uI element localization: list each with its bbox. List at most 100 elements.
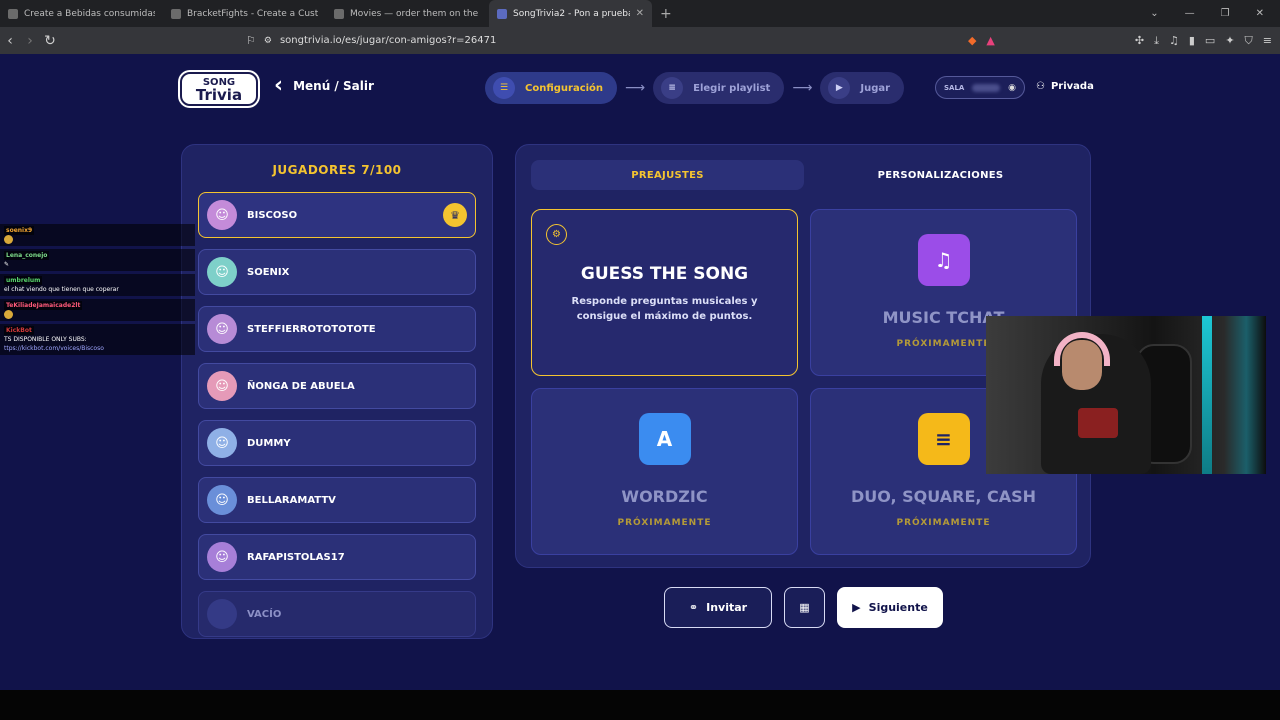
settings-tabs: PREAJUSTES PERSONALIZACIONES bbox=[531, 160, 1077, 190]
shirt-logo bbox=[1078, 408, 1118, 438]
media-icon[interactable]: ♫ bbox=[1169, 34, 1179, 47]
tab-personalizaciones[interactable]: PERSONALIZACIONES bbox=[804, 160, 1077, 190]
step-elegir-playlist[interactable]: ≡ Elegir playlist bbox=[653, 72, 785, 104]
player-row[interactable]: ☺ RAFAPISTOLAS17 bbox=[198, 534, 476, 580]
chat-message: TeKiliadeJamaicade2lt bbox=[0, 299, 195, 321]
play-icon: ▶ bbox=[852, 601, 861, 614]
browser-tab[interactable]: BracketFights - Create a Custom Tou bbox=[163, 0, 326, 27]
browser-tab[interactable]: Create a Bebidas consumidas en Me bbox=[0, 0, 163, 27]
songtrivia-logo[interactable]: SONG Trivia bbox=[180, 72, 258, 106]
tab-favicon-icon bbox=[497, 8, 507, 19]
mode-card-guess-the-song[interactable]: ⚙ GUESS THE SONG Responde preguntas musi… bbox=[531, 209, 798, 376]
step-jugar[interactable]: ▶ Jugar bbox=[820, 72, 905, 104]
step-configuracion[interactable]: ☰ Configuración bbox=[485, 72, 618, 104]
mode-card-wordzic[interactable]: A WORDZIC PRÓXIMAMENTE bbox=[531, 388, 798, 555]
url-text: songtrivia.io/es/jugar/con-amigos?r=2647… bbox=[279, 35, 497, 46]
avatar: ☺ bbox=[207, 485, 237, 515]
brave-rewards-icon[interactable]: ▲ bbox=[986, 34, 994, 47]
player-row-empty: VACÍO bbox=[198, 591, 476, 637]
tab-favicon-icon bbox=[334, 8, 344, 19]
play-icon: ▶ bbox=[828, 77, 851, 99]
qr-code-icon: ▦ bbox=[799, 601, 810, 614]
downloads-icon[interactable]: ⤓ bbox=[1154, 34, 1159, 48]
webcam-overlay bbox=[986, 316, 1266, 474]
qr-code-button[interactable]: ▦ bbox=[784, 587, 825, 628]
close-window-icon[interactable]: ✕ bbox=[1256, 8, 1264, 19]
chat-message: soenix9 bbox=[0, 224, 195, 246]
chat-message: Lena_conejo ✎ bbox=[0, 249, 195, 271]
extensions-icon[interactable]: ✣ bbox=[1135, 34, 1144, 47]
browser-tab-bar: Create a Bebidas consumidas en Me Bracke… bbox=[0, 0, 1280, 27]
empty-avatar bbox=[207, 599, 237, 629]
address-bar[interactable]: ⚐ ⚙ songtrivia.io/es/jugar/con-amigos?r=… bbox=[246, 30, 996, 51]
back-icon[interactable]: ‹ bbox=[0, 33, 20, 49]
eye-icon[interactable]: ◉ bbox=[1008, 83, 1016, 93]
music-note-icon: ♫ bbox=[917, 234, 970, 286]
avatar: ☺ bbox=[207, 200, 237, 230]
wallet-icon[interactable]: ▭ bbox=[1205, 34, 1215, 47]
taskbar bbox=[0, 690, 1280, 720]
songtrivia-page: SONG Trivia ‹ Menú / Salir ☰ Configuraci… bbox=[0, 54, 1280, 690]
letter-a-icon: A bbox=[638, 413, 691, 465]
link-icon: ⚭ bbox=[688, 601, 699, 614]
minimize-icon[interactable]: — bbox=[1185, 8, 1195, 19]
browser-extensions: ◆ ▲ ✣ ⤓ ♫ ▮ ▭ ✦ ⛉ ≡ bbox=[968, 27, 1272, 54]
avatar: ☺ bbox=[207, 371, 237, 401]
players-list[interactable]: ☺ BISCOSO ♛ ☺ SOENIX ☺ STEFFIERROTOTOTOT… bbox=[198, 192, 476, 638]
player-row[interactable]: ☺ BISCOSO ♛ bbox=[198, 192, 476, 238]
site-info-icon[interactable]: ⚙ bbox=[264, 36, 272, 46]
next-button[interactable]: ▶ Siguiente bbox=[837, 587, 943, 628]
gear-icon[interactable]: ⚙ bbox=[546, 224, 567, 245]
browser-toolbar: ‹ › ↻ ⚐ ⚙ songtrivia.io/es/jugar/con-ami… bbox=[0, 27, 1280, 54]
sidebar-icon[interactable]: ▮ bbox=[1189, 34, 1195, 47]
emote-icon bbox=[4, 235, 13, 244]
privacy-toggle[interactable]: ⚇ Privada bbox=[1036, 81, 1094, 92]
tab-favicon-icon bbox=[8, 8, 18, 19]
players-panel: JUGADORES 7/100 ☺ BISCOSO ♛ ☺ SOENIX ☺ S… bbox=[181, 144, 493, 639]
menu-icon[interactable]: ≡ bbox=[1263, 34, 1272, 47]
emote-icon bbox=[4, 310, 13, 319]
new-tab-button[interactable]: + bbox=[660, 6, 672, 22]
avatar: ☺ bbox=[207, 314, 237, 344]
chat-message: umbrelum el chat viendo que tienen que c… bbox=[0, 274, 195, 296]
browser-tab-active[interactable]: SongTrivia2 - Pon a prueba tus c✕ bbox=[489, 0, 652, 27]
close-tab-icon[interactable]: ✕ bbox=[636, 8, 644, 19]
player-row[interactable]: ☺ BELLARAMATTV bbox=[198, 477, 476, 523]
arrow-right-icon: ⟶ bbox=[792, 80, 813, 96]
avatar: ☺ bbox=[207, 428, 237, 458]
action-bar: ⚭ Invitar ▦ ▶ Siguiente bbox=[664, 587, 943, 628]
browser-tab[interactable]: Movies — order them on the timelin bbox=[326, 0, 489, 27]
player-row[interactable]: ☺ STEFFIERROTOTOTOTE bbox=[198, 306, 476, 352]
player-row[interactable]: ☺ SOENIX bbox=[198, 249, 476, 295]
emote-icon: ✎ bbox=[4, 261, 10, 268]
player-row[interactable]: ☺ DUMMY bbox=[198, 420, 476, 466]
tab-list-chevron-icon[interactable]: ⌄ bbox=[1150, 8, 1158, 19]
reload-icon[interactable]: ↻ bbox=[40, 33, 60, 49]
arrow-right-icon: ⟶ bbox=[625, 80, 646, 96]
playlist-icon: ≡ bbox=[661, 77, 684, 99]
vpn-icon[interactable]: ⛉ bbox=[1245, 34, 1253, 48]
setup-steps: ☰ Configuración ⟶ ≡ Elegir playlist ⟶ ▶ … bbox=[485, 72, 905, 104]
players-title: JUGADORES 7/100 bbox=[272, 163, 402, 177]
menu-exit-button[interactable]: ‹ Menú / Salir bbox=[274, 75, 374, 97]
sliders-icon: ☰ bbox=[493, 77, 515, 99]
forward-icon[interactable]: › bbox=[20, 33, 40, 49]
users-icon: ⚇ bbox=[1036, 81, 1045, 92]
tab-favicon-icon bbox=[171, 8, 181, 19]
crown-icon: ♛ bbox=[443, 203, 467, 227]
maximize-icon[interactable]: ❐ bbox=[1221, 8, 1230, 19]
bookmark-icon[interactable]: ⚐ bbox=[246, 34, 256, 47]
avatar: ☺ bbox=[207, 257, 237, 287]
room-code-hidden bbox=[972, 83, 1001, 92]
tab-preajustes[interactable]: PREAJUSTES bbox=[531, 160, 804, 190]
chat-message: KickBot TS DISPONIBLE ONLY SUBS: ttps://… bbox=[0, 324, 195, 355]
lines-icon: ≡ bbox=[917, 413, 970, 465]
led-strip bbox=[1202, 316, 1212, 474]
invite-button[interactable]: ⚭ Invitar bbox=[664, 587, 772, 628]
player-row[interactable]: ☺ ÑONGA DE ABUELA bbox=[198, 363, 476, 409]
brave-shield-icon[interactable]: ◆ bbox=[968, 34, 976, 47]
room-code-toggle[interactable]: SALA ◉ bbox=[935, 76, 1025, 99]
leo-ai-icon[interactable]: ✦ bbox=[1225, 34, 1234, 47]
avatar: ☺ bbox=[207, 542, 237, 572]
stream-chat-overlay: soenix9 Lena_conejo ✎ umbrelum el chat v… bbox=[0, 224, 195, 358]
